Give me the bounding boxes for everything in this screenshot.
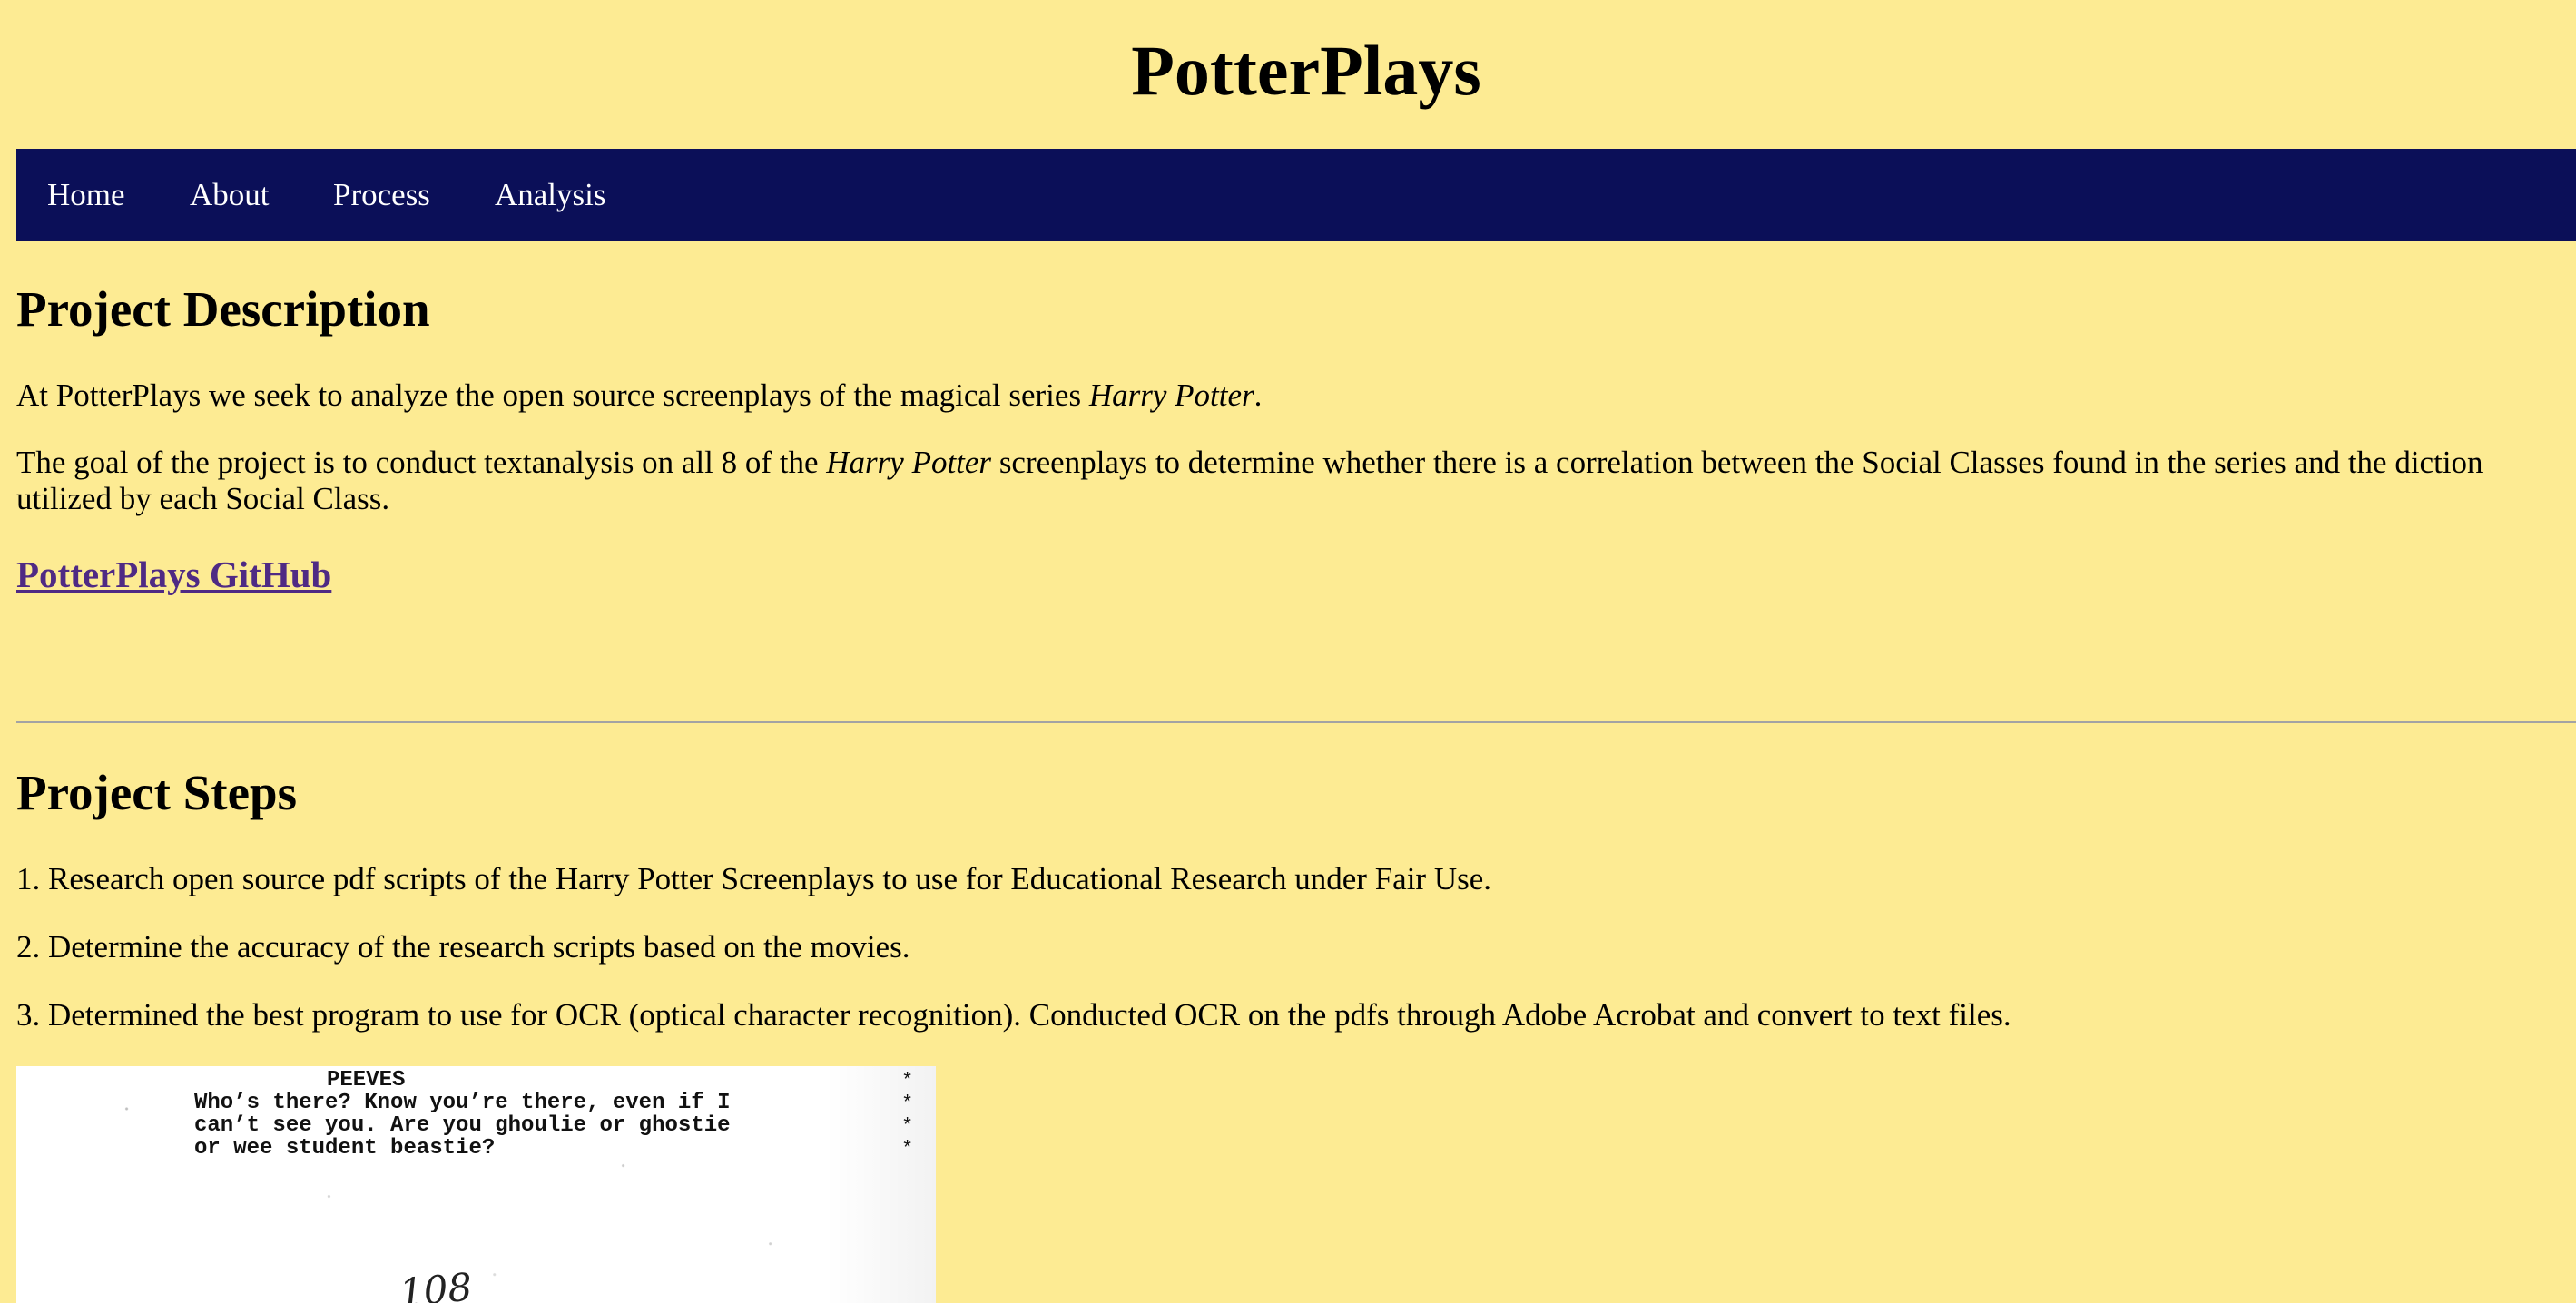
project-step-1: 1. Research open source pdf scripts of t… xyxy=(16,861,1492,896)
github-link[interactable]: PotterPlays GitHub xyxy=(16,549,331,600)
project-goal: The goal of the project is to conduct te… xyxy=(16,445,2540,517)
project-intro-start: At PotterPlays we seek to analyze the op… xyxy=(16,377,1089,413)
script-line: can’t see you. Are you ghoulie or ghosti… xyxy=(194,1113,731,1138)
script-line: or wee student beastie? xyxy=(194,1136,496,1161)
project-step-3: 3. Determined the best program to use fo… xyxy=(16,997,2011,1033)
project-intro: At PotterPlays we seek to analyze the op… xyxy=(16,377,2540,414)
script-line: Who’s there? Know you’re there, even if … xyxy=(194,1091,731,1115)
nav-item-analysis[interactable]: Analysis xyxy=(495,149,606,241)
section-divider xyxy=(16,721,2576,723)
series-title: Harry Potter xyxy=(826,445,992,480)
project-description-heading: Project Description xyxy=(16,281,430,337)
nav-item-about[interactable]: About xyxy=(190,149,270,241)
site-title: PotterPlays xyxy=(1131,31,1481,110)
project-steps-heading: Project Steps xyxy=(16,765,298,820)
project-goal-start: The goal of the project is to conduct te… xyxy=(16,445,827,480)
script-speaker: PEEVES xyxy=(327,1068,406,1092)
nav-item-process[interactable]: Process xyxy=(333,149,430,241)
nav-item-home[interactable]: Home xyxy=(47,149,125,241)
handwritten-page-number: 108 xyxy=(398,1264,475,1303)
project-step-2: 2. Determine the accuracy of the researc… xyxy=(16,929,910,965)
script-revision-star: * xyxy=(901,1070,914,1092)
main-navigation: Home About Process Analysis xyxy=(16,149,2576,241)
script-revision-star: * xyxy=(901,1115,914,1138)
script-revision-star: * xyxy=(901,1092,914,1115)
project-intro-end: . xyxy=(1254,377,1263,413)
ocr-script-sample-image: PEEVES Who’s there? Know you’re there, e… xyxy=(16,1066,936,1303)
script-revision-star: * xyxy=(901,1138,914,1161)
series-title: Harry Potter xyxy=(1088,377,1254,413)
